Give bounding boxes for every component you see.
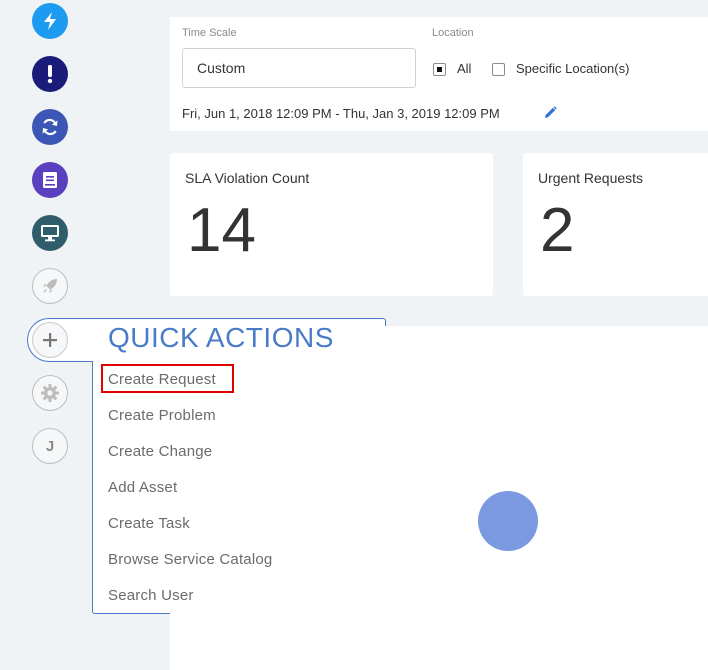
kpi-value: 14 <box>187 196 256 265</box>
quick-action-create-change[interactable]: Create Change <box>108 443 212 460</box>
quick-action-browse-service-catalog[interactable]: Browse Service Catalog <box>108 551 272 568</box>
location-label: Location <box>432 27 474 39</box>
sidebar-releases-button[interactable] <box>32 268 68 304</box>
avatar[interactable]: J <box>32 428 68 464</box>
kpi-title: Urgent Requests <box>538 170 644 186</box>
plus-icon <box>43 333 57 347</box>
quick-action-search-user[interactable]: Search User <box>108 587 194 604</box>
time-scale-value: Custom <box>197 60 246 76</box>
pencil-icon[interactable] <box>544 106 557 119</box>
sidebar-settings-button[interactable] <box>32 375 68 411</box>
gear-icon <box>41 384 59 402</box>
loading-spinner <box>478 491 538 551</box>
highlight-box <box>101 364 234 393</box>
sidebar-lightning-button[interactable] <box>32 3 68 39</box>
filter-panel: Time Scale Custom Location All Specific … <box>170 17 708 131</box>
sidebar-quick-actions-button[interactable] <box>32 322 68 358</box>
quick-action-create-problem[interactable]: Create Problem <box>108 407 216 424</box>
date-range: Fri, Jun 1, 2018 12:09 PM - Thu, Jan 3, … <box>182 106 500 121</box>
kpi-card-urgent-requests[interactable]: Urgent Requests 2 <box>523 153 708 296</box>
book-icon <box>43 172 57 188</box>
exclamation-icon <box>47 65 53 84</box>
quick-action-create-task[interactable]: Create Task <box>108 515 190 532</box>
kpi-title: SLA Violation Count <box>185 170 310 186</box>
sidebar-refresh-button[interactable] <box>32 109 68 145</box>
quick-actions-title: QUICK ACTIONS <box>108 322 334 353</box>
time-scale-label: Time Scale <box>182 27 237 39</box>
quick-action-add-asset[interactable]: Add Asset <box>108 479 177 496</box>
location-all-label[interactable]: All <box>457 61 471 76</box>
time-scale-select[interactable]: Custom <box>182 48 416 88</box>
sidebar-alert-button[interactable] <box>32 56 68 92</box>
location-all-checkbox[interactable] <box>433 63 446 76</box>
avatar-initial: J <box>45 437 55 455</box>
lightning-icon <box>44 12 56 30</box>
kpi-card-sla-violation[interactable]: SLA Violation Count 14 <box>170 153 493 296</box>
widget-panel <box>170 326 708 670</box>
quick-actions-tab-join <box>92 319 98 361</box>
location-specific-checkbox[interactable] <box>492 63 505 76</box>
sidebar-knowledge-button[interactable] <box>32 162 68 198</box>
location-specific-label[interactable]: Specific Location(s) <box>516 61 629 76</box>
refresh-icon <box>42 118 58 136</box>
rocket-icon <box>43 279 57 293</box>
kpi-value: 2 <box>540 196 575 265</box>
monitor-icon <box>41 225 59 242</box>
sidebar-assets-button[interactable] <box>32 215 68 251</box>
